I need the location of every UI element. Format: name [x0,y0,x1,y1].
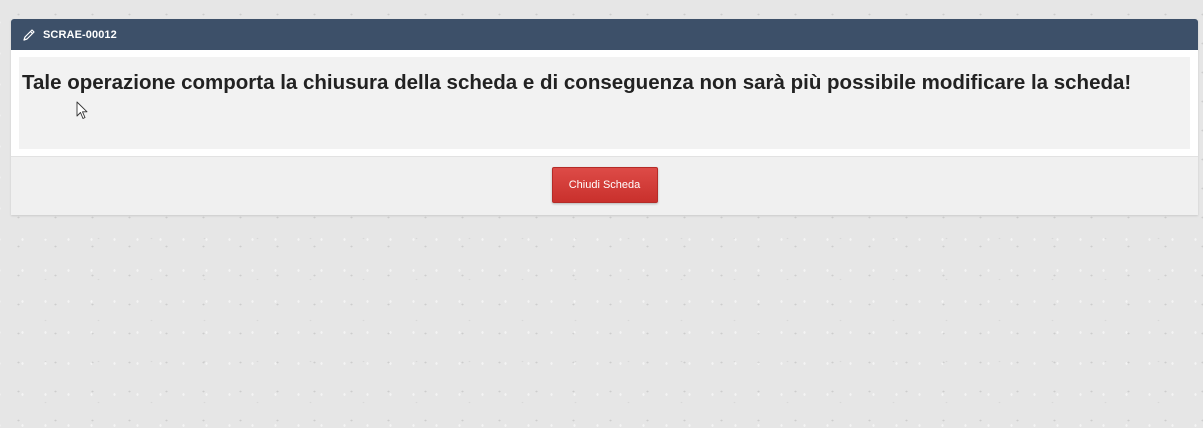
edit-pencil-icon [21,27,37,43]
dialog-panel: SCRAE-00012 Tale operazione comporta la … [11,19,1198,215]
warning-message: Tale operazione comporta la chiusura del… [22,71,1132,94]
dialog-body: Tale operazione comporta la chiusura del… [11,50,1198,156]
dialog-footer: Chiudi Scheda [11,156,1198,215]
message-box: Tale operazione comporta la chiusura del… [19,57,1190,149]
dialog-title: SCRAE-00012 [43,28,117,41]
close-record-button[interactable]: Chiudi Scheda [551,167,658,203]
dialog-header: SCRAE-00012 [11,19,1198,50]
